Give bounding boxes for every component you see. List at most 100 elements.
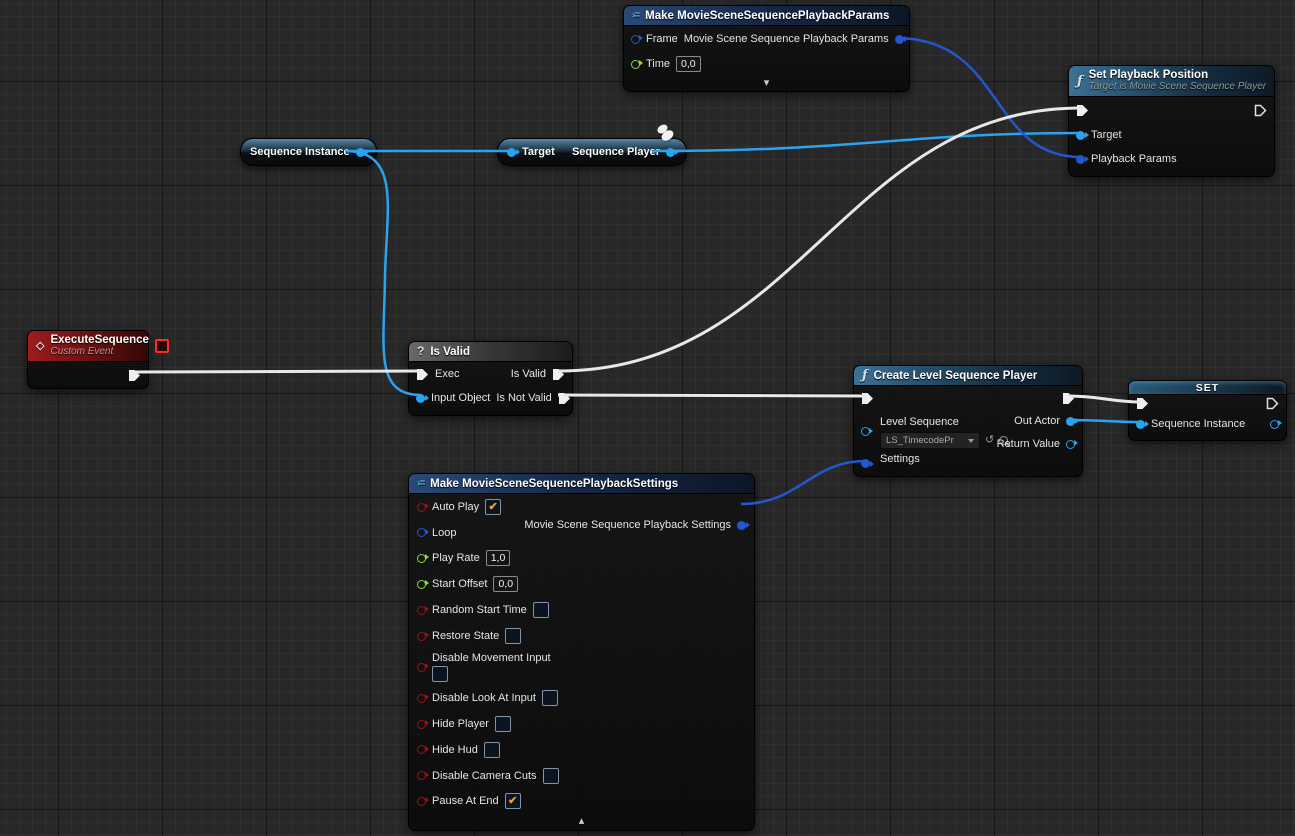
wire-params-to-playback-params [896,38,1081,157]
play-rate-field[interactable]: 1,0 [486,550,511,566]
sequence-instance-out-pin[interactable] [1270,420,1279,429]
playback-params-pin-label: Playback Params [1091,153,1177,165]
target-input-label: Target [522,146,555,158]
wire-event-to-is-valid-exec [135,371,421,372]
node-set-playback-position[interactable]: ƒ Set Playback Position Target is Movie … [1068,65,1275,177]
hide-player-label: Hide Player [432,718,489,730]
hide-hud-checkbox[interactable] [484,742,500,758]
disable-camera-cuts-pin[interactable] [417,771,426,780]
node-get-sequence-player[interactable]: Target Sequence Player [497,138,687,166]
frame-pin-label: Frame [646,33,678,45]
frame-pin[interactable] [631,35,640,44]
playback-params-output-pin[interactable] [895,35,904,44]
function-icon: ƒ [862,370,868,381]
random-start-time-checkbox[interactable] [533,602,549,618]
blueprint-graph-canvas[interactable]: ›= Make MovieSceneSequencePlaybackParams… [0,0,1295,836]
disable-movement-input-label: Disable Movement Input [432,652,551,664]
use-selected-icon[interactable]: ↺ [985,435,994,446]
disable-movement-input-checkbox[interactable] [432,666,448,682]
playback-settings-output-label: Movie Scene Sequence Playback Settings [524,519,731,531]
node-title: Make MovieSceneSequencePlaybackSettings [430,478,678,490]
time-value-field[interactable]: 0,0 [676,56,701,72]
pause-at-end-pin[interactable] [417,797,426,806]
restore-state-pin[interactable] [417,632,426,641]
hide-player-checkbox[interactable] [495,716,511,732]
sequence-instance-in-label: Sequence Instance [1151,418,1245,430]
playback-settings-output-pin[interactable] [737,521,746,530]
target-input-pin[interactable] [507,148,516,157]
disable-look-at-input-label: Disable Look At Input [432,692,536,704]
start-offset-label: Start Offset [432,578,487,590]
node-header[interactable]: ? Is Valid [409,342,572,362]
event-diamond-icon: ◇ [36,341,44,352]
return-value-pin[interactable] [1066,440,1075,449]
wire-settings-to-settings-pin [741,461,866,504]
disable-look-at-input-pin[interactable] [417,694,426,703]
exec-out-pin[interactable] [1254,104,1267,117]
start-offset-field[interactable]: 0,0 [493,576,518,592]
pause-at-end-label: Pause At End [432,795,499,807]
node-header[interactable]: ƒ Create Level Sequence Player [854,366,1082,386]
out-actor-label: Out Actor [1014,415,1060,427]
node-is-valid[interactable]: ? Is Valid Exec Is Valid Input Object Is… [408,341,573,416]
exec-in-pin[interactable] [1076,104,1089,117]
start-offset-pin[interactable] [417,580,426,589]
level-sequence-pin[interactable] [861,427,870,436]
collapse-chevron-icon[interactable]: ▴ [409,814,754,830]
auto-play-label: Auto Play [432,501,479,513]
node-execute-sequence-event[interactable]: ◇ ExecuteSequence Custom Event [27,330,149,389]
function-icon: ƒ [1077,76,1083,87]
out-actor-pin[interactable] [1066,417,1075,426]
sequence-player-output-pin[interactable] [666,148,675,157]
restore-state-checkbox[interactable] [505,628,521,644]
exec-in-pin[interactable] [416,368,429,381]
hide-player-pin[interactable] [417,720,426,729]
delegate-pin[interactable] [155,339,169,353]
node-header[interactable]: ›= Make MovieSceneSequencePlaybackParams [624,6,909,26]
exec-out-pin[interactable] [1062,392,1075,405]
play-rate-pin[interactable] [417,554,426,563]
wire-is-not-valid-to-create-player [558,395,866,396]
exec-out-pin[interactable] [128,369,141,382]
disable-movement-input-pin[interactable] [417,663,426,672]
sequence-instance-output-pin[interactable] [356,148,365,157]
auto-play-checkbox[interactable]: ✔ [485,499,501,515]
playback-params-pin[interactable] [1076,155,1085,164]
is-not-valid-exec-out-pin[interactable] [558,392,571,405]
collapse-chevron-icon[interactable]: ▾ [624,76,909,91]
random-start-time-pin[interactable] [417,606,426,615]
loop-pin[interactable] [417,528,426,537]
make-struct-icon: ›= [417,478,424,489]
variable-label: Sequence Instance [250,146,350,158]
make-struct-icon: ›= [632,10,639,21]
asset-picker-dropdown[interactable]: LS_TimecodePr [880,432,980,449]
pause-at-end-checkbox[interactable]: ✔ [505,793,521,809]
exec-out-pin[interactable] [1266,397,1279,410]
node-header[interactable]: ›= Make MovieSceneSequencePlaybackSettin… [409,474,754,494]
node-set-sequence-instance[interactable]: SET Sequence Instance [1128,380,1287,441]
input-object-pin[interactable] [416,394,425,403]
node-header[interactable]: ◇ ExecuteSequence Custom Event [28,331,148,362]
node-subtitle: Target is Movie Scene Sequence Player [1089,81,1267,93]
disable-look-at-input-checkbox[interactable] [542,690,558,706]
level-sequence-label: Level Sequence [880,416,959,428]
exec-in-pin[interactable] [861,392,874,405]
sequence-instance-in-pin[interactable] [1136,420,1145,429]
auto-play-pin[interactable] [417,503,426,512]
time-pin-label: Time [646,58,670,70]
node-header[interactable]: ƒ Set Playback Position Target is Movie … [1069,66,1274,97]
node-header[interactable]: SET [1129,381,1286,395]
node-get-sequence-instance[interactable]: Sequence Instance [240,138,377,166]
time-pin[interactable] [631,60,640,69]
hide-hud-pin[interactable] [417,745,426,754]
node-make-movie-scene-sequence-playback-params[interactable]: ›= Make MovieSceneSequencePlaybackParams… [623,5,910,92]
exec-in-label: Exec [435,368,459,380]
node-create-level-sequence-player[interactable]: ƒ Create Level Sequence Player Level Seq… [853,365,1083,477]
node-make-movie-scene-sequence-playback-settings[interactable]: ›= Make MovieSceneSequencePlaybackSettin… [408,473,755,831]
target-pin[interactable] [1076,131,1085,140]
exec-in-pin[interactable] [1136,397,1149,410]
is-valid-exec-out-pin[interactable] [552,368,565,381]
settings-pin[interactable] [861,459,870,468]
disable-camera-cuts-checkbox[interactable] [543,768,559,784]
random-start-time-label: Random Start Time [432,604,527,616]
